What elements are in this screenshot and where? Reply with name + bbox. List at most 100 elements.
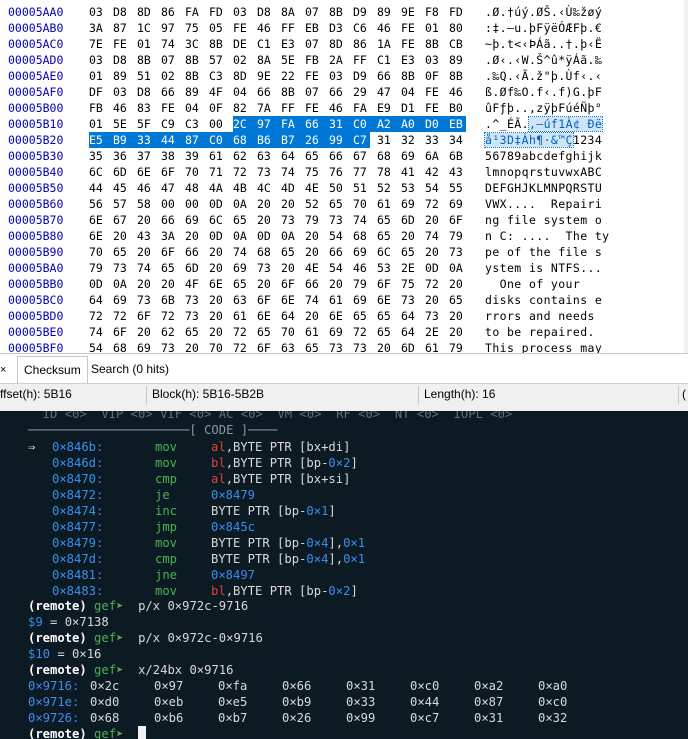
hex-byte[interactable]: 4F bbox=[209, 84, 226, 100]
hex-byte[interactable]: 6F bbox=[377, 276, 394, 292]
hex-byte[interactable]: 6B bbox=[449, 148, 466, 164]
hex-byte[interactable]: 75 bbox=[401, 276, 418, 292]
hex-byte[interactable]: 31 bbox=[377, 132, 394, 148]
hex-ascii[interactable]: ûFƒþ..‚zÿþFúéÑþ° bbox=[485, 100, 602, 116]
hex-byte[interactable]: 70 bbox=[353, 196, 370, 212]
hex-ascii[interactable]: .Ø.†úý.ØŠ.‹Ù‰žøý bbox=[485, 4, 602, 20]
hex-byte[interactable]: 6F bbox=[137, 308, 154, 324]
hex-byte[interactable]: 43 bbox=[137, 228, 154, 244]
hex-byte[interactable]: 69 bbox=[353, 244, 370, 260]
hex-byte[interactable]: 22 bbox=[281, 68, 298, 84]
hex-byte[interactable]: 65 bbox=[305, 148, 322, 164]
hex-byte[interactable]: 72 bbox=[113, 308, 130, 324]
hex-byte[interactable]: 73 bbox=[329, 212, 346, 228]
gef-terminal[interactable]: ID <0> VIP <0> VIF <0> AC <0> VM <0> RF … bbox=[0, 411, 688, 739]
hex-byte[interactable]: D8 bbox=[137, 84, 154, 100]
hex-byte[interactable]: 43 bbox=[449, 164, 466, 180]
hex-byte[interactable]: 03 bbox=[89, 52, 106, 68]
hex-byte[interactable]: D1 bbox=[401, 100, 418, 116]
hex-byte[interactable]: 00 bbox=[185, 196, 202, 212]
hex-byte[interactable]: 6F bbox=[449, 212, 466, 228]
hex-byte[interactable]: 46 bbox=[113, 100, 130, 116]
hex-byte[interactable]: 79 bbox=[89, 260, 106, 276]
hex-byte[interactable]: 61 bbox=[425, 340, 442, 353]
hex-byte[interactable]: 65 bbox=[449, 292, 466, 308]
hex-byte[interactable]: 74 bbox=[425, 228, 442, 244]
hex-byte[interactable]: FE bbox=[161, 100, 178, 116]
hex-byte[interactable]: 8B bbox=[329, 4, 346, 20]
hex-byte[interactable]: 0D bbox=[209, 196, 226, 212]
hex-byte[interactable]: 20 bbox=[401, 228, 418, 244]
hex-byte[interactable]: D8 bbox=[113, 4, 130, 20]
hex-byte[interactable]: 68 bbox=[353, 228, 370, 244]
hex-byte[interactable]: 4B bbox=[233, 180, 250, 196]
hex-byte[interactable]: C1 bbox=[377, 52, 394, 68]
hex-byte[interactable]: 65 bbox=[377, 308, 394, 324]
hex-byte[interactable]: 8B bbox=[425, 36, 442, 52]
hex-byte[interactable]: 57 bbox=[113, 196, 130, 212]
hex-byte[interactable]: 20 bbox=[281, 260, 298, 276]
hex-byte[interactable]: 50 bbox=[329, 180, 346, 196]
hex-byte[interactable]: 36 bbox=[113, 148, 130, 164]
hex-byte[interactable]: 69 bbox=[401, 148, 418, 164]
hex-byte[interactable]: 9E bbox=[401, 4, 418, 20]
hex-byte[interactable]: 61 bbox=[305, 324, 322, 340]
hex-byte[interactable]: 8D bbox=[233, 68, 250, 84]
hex-byte[interactable]: 64 bbox=[281, 308, 298, 324]
hex-byte[interactable]: 67 bbox=[113, 212, 130, 228]
hex-byte[interactable]: 20 bbox=[449, 308, 466, 324]
hex-byte[interactable]: 61 bbox=[329, 292, 346, 308]
hex-byte[interactable]: 32 bbox=[401, 132, 418, 148]
hex-byte[interactable]: F8 bbox=[425, 4, 442, 20]
hex-byte[interactable]: 73 bbox=[137, 292, 154, 308]
hex-byte[interactable]: E3 bbox=[281, 36, 298, 52]
hex-byte[interactable]: 74 bbox=[161, 36, 178, 52]
hex-byte[interactable]: 66 bbox=[329, 148, 346, 164]
hex-ascii[interactable]: :‡.—u.þFÿëÓÆFþ.€ bbox=[485, 20, 602, 36]
hex-byte[interactable]: 51 bbox=[353, 180, 370, 196]
hex-byte[interactable]: C0 bbox=[209, 132, 233, 148]
hex-byte[interactable]: 61 bbox=[209, 148, 226, 164]
hex-byte[interactable]: 20 bbox=[113, 228, 130, 244]
hex-byte[interactable]: 80 bbox=[449, 20, 466, 36]
hex-byte[interactable]: 53 bbox=[377, 260, 394, 276]
hex-byte[interactable]: C3 bbox=[209, 68, 226, 84]
hex-byte[interactable]: 75 bbox=[305, 164, 322, 180]
hex-byte[interactable]: 41 bbox=[401, 164, 418, 180]
hex-byte[interactable]: DE bbox=[233, 36, 250, 52]
hex-byte[interactable]: 86 bbox=[353, 36, 370, 52]
hex-byte[interactable]: FE bbox=[425, 100, 442, 116]
hex-byte[interactable]: 04 bbox=[233, 84, 250, 100]
hex-byte[interactable]: 73 bbox=[257, 260, 274, 276]
hex-byte[interactable]: 83 bbox=[137, 100, 154, 116]
hex-byte[interactable]: 54 bbox=[89, 340, 106, 353]
hex-byte[interactable]: 33 bbox=[425, 132, 442, 148]
hex-byte[interactable]: 20 bbox=[209, 260, 226, 276]
hex-byte[interactable]: 8D bbox=[137, 4, 154, 20]
hex-byte[interactable]: 70 bbox=[281, 324, 298, 340]
hex-byte[interactable]: 46 bbox=[257, 20, 274, 36]
hex-byte[interactable]: 65 bbox=[377, 212, 394, 228]
hex-byte[interactable]: 6E bbox=[137, 164, 154, 180]
hex-byte[interactable]: 6A bbox=[425, 148, 442, 164]
hex-byte[interactable]: 73 bbox=[185, 292, 202, 308]
hex-ascii[interactable]: å¹3D‡Àh¶·&™Ç1234 bbox=[484, 132, 602, 148]
hex-byte[interactable]: FE bbox=[113, 36, 130, 52]
hex-byte[interactable]: 64 bbox=[281, 148, 298, 164]
hex-ascii[interactable]: ystem is NTFS... bbox=[485, 260, 602, 276]
hex-byte[interactable]: 6C bbox=[377, 244, 394, 260]
hex-byte[interactable]: 73 bbox=[113, 260, 130, 276]
hex-byte[interactable]: 46 bbox=[353, 260, 370, 276]
hex-byte[interactable]: FE bbox=[401, 36, 418, 52]
hex-byte[interactable]: 4F bbox=[185, 276, 202, 292]
hex-byte[interactable]: 6F bbox=[113, 324, 130, 340]
hex-byte[interactable]: 64 bbox=[89, 292, 106, 308]
hex-ascii[interactable]: rrors and needs bbox=[485, 308, 602, 324]
hex-byte[interactable]: 66 bbox=[329, 244, 346, 260]
hex-byte[interactable]: 73 bbox=[257, 164, 274, 180]
hex-byte[interactable]: 00 bbox=[209, 116, 226, 132]
hex-byte[interactable]: 02 bbox=[161, 68, 178, 84]
hex-byte[interactable]: 8A bbox=[257, 52, 274, 68]
hex-byte[interactable]: 47 bbox=[377, 84, 394, 100]
hex-byte[interactable]: 20 bbox=[305, 244, 322, 260]
